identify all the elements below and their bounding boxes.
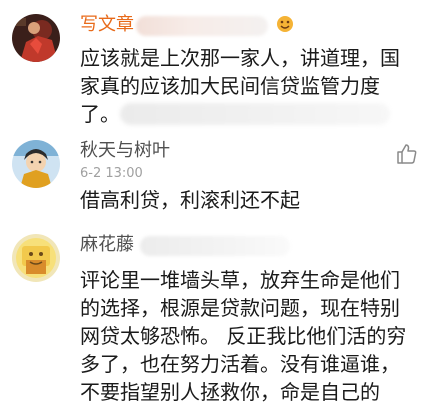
comment-text-line: 评论里一堆墙头草，放弃生命是他们 (80, 268, 400, 292)
user-avatar[interactable] (12, 140, 60, 188)
comment-username[interactable]: 秋天与树叶 (80, 140, 170, 162)
thumbs-up-icon[interactable] (395, 142, 419, 166)
comment-username[interactable]: 麻花藤 (80, 234, 134, 256)
comment-text-line: 多了，也在努力活着。没有谁逼谁， (80, 352, 400, 376)
comment-text-line: 网贷太够恐怖。 反正我比他们活的穷 (80, 324, 407, 348)
smiley-emoji-icon (276, 15, 294, 33)
comment-item: 秋天与树叶 6-2 13:00 借高利贷，利滚利还不起 (0, 130, 437, 224)
comment-item: 麻花藤 评论里一堆墙头草，放弃生命是他们 的选择，根源是贷款问题，现在特别 网贷… (0, 224, 437, 417)
comment-timestamp: 6-2 13:00 (80, 166, 143, 181)
comment-text-line: 家真的应该加大民间信贷监管力度 (80, 74, 380, 98)
comment-list: 写文章 应该就是上次那一家人，讲道理，国 家真的应该加大民间信贷监管力度 了。 (0, 0, 437, 417)
redacted-username-blur (140, 236, 290, 256)
comment-username[interactable]: 写文章 (80, 14, 134, 36)
user-avatar[interactable] (12, 14, 60, 62)
comment-text-line: 不要指望别人拯救你，命是自己的 (80, 380, 380, 404)
comment-text-line: 的选择，根源是贷款问题，现在特别 (80, 296, 400, 320)
redacted-username-blur (136, 16, 268, 36)
comment-text-line: 了。 (80, 102, 120, 126)
comment-text-line: 借高利贷，利滚利还不起 (80, 188, 300, 212)
comment-text-line: 应该就是上次那一家人，讲道理，国 (80, 46, 400, 70)
user-avatar[interactable] (12, 234, 60, 282)
comment-item: 写文章 应该就是上次那一家人，讲道理，国 家真的应该加大民间信贷监管力度 了。 (0, 0, 437, 130)
redacted-text-blur (120, 103, 390, 125)
